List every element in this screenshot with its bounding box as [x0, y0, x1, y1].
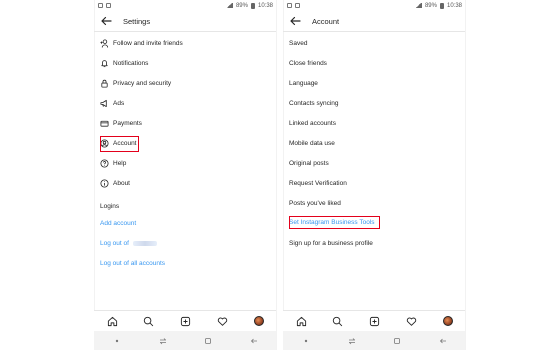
- log-out-account-link[interactable]: Log out of: [100, 237, 157, 250]
- clock: 10:38: [257, 2, 273, 9]
- header-divider: [94, 31, 277, 32]
- system-nav-bar: [283, 331, 466, 350]
- bottom-tab-bar: [94, 310, 277, 331]
- log-out-all-link[interactable]: Log out of all accounts: [100, 257, 165, 270]
- new-post-icon[interactable]: [368, 315, 380, 327]
- account-header: Account: [283, 11, 466, 31]
- notification-icon: [98, 3, 103, 8]
- account-screen: 89% 10:38 Account Saved Close friends La…: [283, 0, 466, 350]
- menu-item-follow-invite[interactable]: Follow and invite friends: [100, 37, 271, 50]
- menu-item-about[interactable]: About: [100, 177, 271, 190]
- menu-item-label: Payments: [113, 120, 142, 127]
- recents-icon[interactable]: [347, 336, 356, 345]
- menu-item-label: Notifications: [113, 60, 149, 67]
- add-person-icon: [100, 39, 109, 48]
- profile-avatar[interactable]: [442, 315, 454, 327]
- notification-icon: [106, 3, 111, 8]
- menu-item-business-profile[interactable]: Sign up for a business profile: [289, 237, 373, 250]
- bell-icon: [100, 59, 109, 68]
- dot-icon[interactable]: [112, 336, 121, 345]
- battery-percent: 89%: [235, 2, 248, 9]
- system-nav-bar: [94, 331, 277, 350]
- status-bar: 89% 10:38: [94, 0, 277, 11]
- battery-icon: [250, 2, 255, 9]
- menu-item-label: About: [113, 180, 130, 187]
- menu-item-help[interactable]: Help: [100, 157, 271, 170]
- menu-item-label: Help: [113, 160, 127, 167]
- log-out-label: Log out of: [100, 240, 129, 247]
- page-title: Account: [312, 16, 340, 26]
- back-arrow-icon[interactable]: [289, 15, 301, 27]
- menu-item-linked-accounts[interactable]: Linked accounts: [289, 117, 336, 130]
- battery-icon: [439, 2, 444, 9]
- home-square-icon[interactable]: [204, 336, 213, 345]
- menu-item-label: Ads: [113, 100, 125, 107]
- account-highlight-box: [100, 136, 139, 152]
- back-arrow-icon[interactable]: [100, 15, 112, 27]
- menu-item-language[interactable]: Language: [289, 77, 318, 90]
- battery-percent: 89%: [424, 2, 437, 9]
- info-icon: [100, 179, 109, 188]
- search-icon[interactable]: [143, 315, 155, 327]
- lock-icon: [100, 79, 109, 88]
- heart-icon[interactable]: [216, 315, 228, 327]
- home-square-icon[interactable]: [393, 336, 402, 345]
- signal-icon: [414, 3, 422, 8]
- settings-screen: 89% 10:38 Settings Follow and invite fri…: [94, 0, 277, 350]
- notification-icon: [287, 3, 292, 8]
- menu-item-payments[interactable]: Payments: [100, 117, 271, 130]
- menu-item-notifications[interactable]: Notifications: [100, 57, 271, 70]
- menu-item-label: Privacy and security: [113, 80, 172, 87]
- redacted-username: [132, 241, 157, 246]
- menu-item-mobile-data-use[interactable]: Mobile data use: [289, 137, 335, 150]
- home-icon[interactable]: [295, 315, 307, 327]
- dot-icon[interactable]: [301, 336, 310, 345]
- bottom-tab-bar: [283, 310, 466, 331]
- menu-item-request-verification[interactable]: Request Verification: [289, 177, 347, 190]
- profile-avatar[interactable]: [253, 315, 265, 327]
- business-tools-highlight-box: [289, 216, 380, 229]
- card-icon: [100, 119, 109, 128]
- menu-item-saved[interactable]: Saved: [289, 37, 307, 50]
- search-icon[interactable]: [332, 315, 344, 327]
- back-arrow-icon[interactable]: [250, 336, 259, 345]
- help-icon: [100, 159, 109, 168]
- notification-icon: [295, 3, 300, 8]
- menu-item-contacts-syncing[interactable]: Contacts syncing: [289, 97, 339, 110]
- logins-section-label: Logins: [100, 203, 120, 210]
- header-divider: [283, 31, 466, 32]
- menu-item-label: Follow and invite friends: [113, 40, 183, 47]
- page-title: Settings: [123, 16, 151, 26]
- new-post-icon[interactable]: [179, 315, 191, 327]
- add-account-link[interactable]: Add account: [100, 217, 136, 230]
- status-bar: 89% 10:38: [283, 0, 466, 11]
- megaphone-icon: [100, 99, 109, 108]
- home-icon[interactable]: [106, 315, 118, 327]
- menu-item-ads[interactable]: Ads: [100, 97, 271, 110]
- menu-item-privacy-security[interactable]: Privacy and security: [100, 77, 271, 90]
- menu-item-posts-liked[interactable]: Posts you've liked: [289, 197, 341, 210]
- back-arrow-icon[interactable]: [439, 336, 448, 345]
- menu-item-original-posts[interactable]: Original posts: [289, 157, 329, 170]
- clock: 10:38: [446, 2, 462, 9]
- menu-item-close-friends[interactable]: Close friends: [289, 57, 327, 70]
- recents-icon[interactable]: [158, 336, 167, 345]
- signal-icon: [225, 3, 233, 8]
- settings-header: Settings: [94, 11, 277, 31]
- heart-icon[interactable]: [405, 315, 417, 327]
